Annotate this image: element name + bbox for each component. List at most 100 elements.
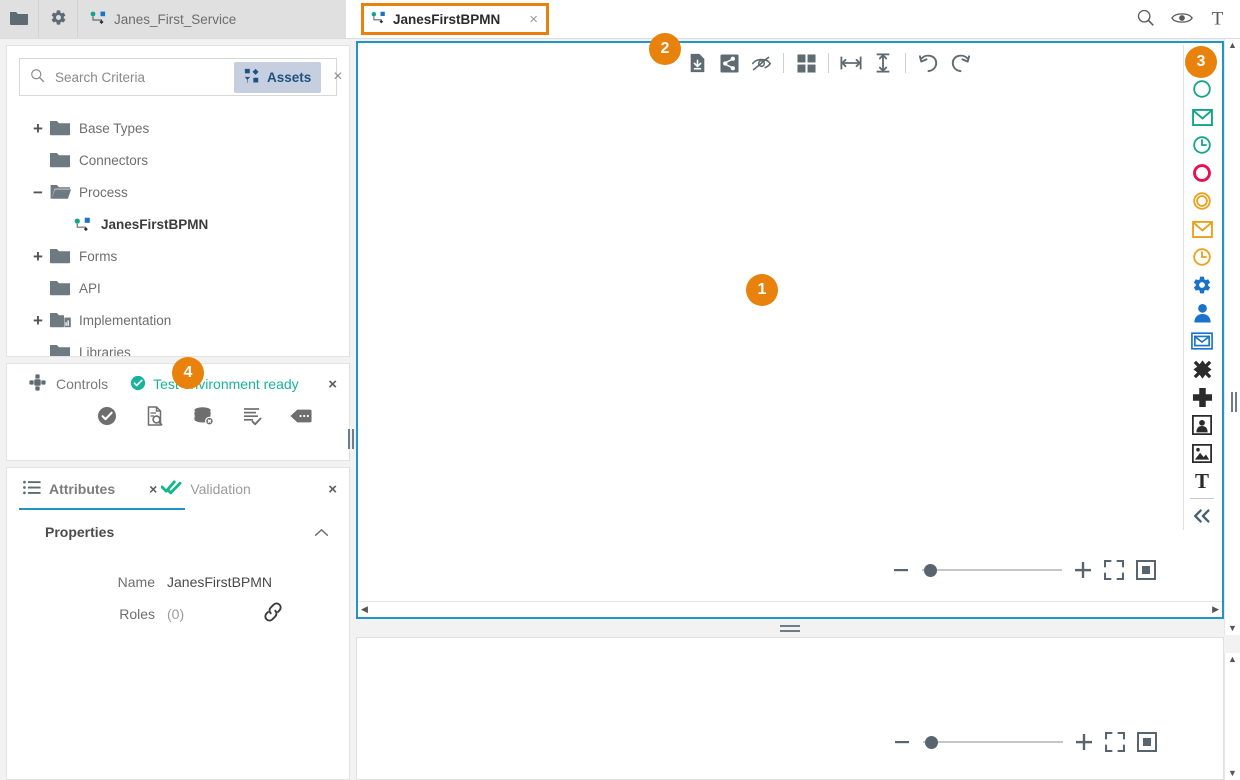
tree-item-connectors[interactable]: Connectors (7, 144, 349, 176)
expand-icon[interactable]: + (29, 312, 47, 329)
zoom-slider-knob[interactable] (924, 564, 937, 577)
tab-attributes[interactable]: Attributes × (23, 468, 157, 510)
property-row-roles: Roles (0) (7, 596, 349, 631)
zoom-out-button[interactable] (888, 557, 914, 583)
fit-screen-icon[interactable] (1101, 729, 1129, 755)
eye-icon[interactable] (1171, 10, 1193, 29)
property-value[interactable]: JanesFirstBPMN (167, 574, 272, 590)
message-icon[interactable] (290, 408, 312, 427)
database-clear-icon[interactable] (193, 406, 214, 429)
align-vertical-icon[interactable] (869, 49, 897, 77)
close-attributes-icon[interactable]: × (149, 481, 157, 497)
image-icon[interactable] (1187, 439, 1217, 467)
editor-tab-container: JanesFirstBPMN × (361, 3, 549, 35)
redo-icon[interactable] (946, 49, 974, 77)
palette-separator (1190, 498, 1214, 499)
log-check-icon[interactable] (242, 406, 262, 429)
intermediate-event-icon[interactable] (1187, 187, 1217, 215)
tree-item-janesfirstbpmn[interactable]: JanesFirstBPMN (7, 208, 349, 240)
horizontal-splitter[interactable] (356, 619, 1224, 637)
pool-icon[interactable] (1187, 411, 1217, 439)
left-panel-resize-grip[interactable] (346, 425, 356, 453)
scroll-down-icon[interactable]: ▼ (1228, 767, 1237, 780)
controls-icon (29, 374, 46, 394)
scroll-up-icon[interactable]: ▲ (1228, 653, 1237, 666)
expand-icon[interactable]: + (29, 120, 47, 137)
zoom-slider[interactable] (922, 560, 1062, 580)
import-icon[interactable] (683, 49, 711, 77)
canvas-vertical-scrollbar[interactable]: ▲ ▼ (1224, 39, 1240, 635)
close-icon[interactable]: × (529, 12, 538, 27)
search-input[interactable] (53, 69, 234, 86)
assets-icon (244, 68, 260, 87)
actual-size-icon[interactable] (1132, 557, 1160, 583)
canvas-zoom-controls (888, 557, 1160, 583)
clear-search-icon[interactable]: × (333, 69, 342, 85)
zoom-slider[interactable] (923, 732, 1063, 752)
timer-intermediate-event-icon[interactable] (1187, 243, 1217, 271)
tree-item-libraries[interactable]: Libraries (7, 336, 349, 356)
start-event-icon[interactable] (1187, 75, 1217, 103)
scroll-right-icon[interactable]: ▶ (1212, 605, 1219, 614)
service-tab[interactable]: Janes_First_Service (78, 0, 346, 38)
actual-size-icon[interactable] (1133, 729, 1161, 755)
right-panel-resize-grip[interactable] (1229, 388, 1239, 416)
folder-button[interactable] (0, 0, 39, 38)
text-icon[interactable]: T (1209, 8, 1226, 31)
toolbar-separator (905, 53, 906, 73)
scroll-up-icon[interactable]: ▲ (1228, 39, 1237, 52)
collapse-icon[interactable]: − (29, 184, 47, 201)
service-task-icon[interactable] (1187, 271, 1217, 299)
active-tab-underline (19, 508, 185, 510)
zoom-in-button[interactable] (1070, 557, 1096, 583)
tree-item-forms[interactable]: +Forms (7, 240, 349, 272)
settings-button[interactable] (39, 0, 78, 38)
fit-screen-icon[interactable] (1100, 557, 1128, 583)
share-icon[interactable] (715, 49, 743, 77)
tree-item-process[interactable]: −Process (7, 176, 349, 208)
timer-start-event-icon[interactable] (1187, 131, 1217, 159)
zoom-in-button[interactable] (1071, 729, 1097, 755)
send-task-icon[interactable] (1187, 327, 1217, 355)
collapse-palette-icon[interactable] (1187, 502, 1217, 530)
grid-icon[interactable] (792, 49, 820, 77)
undo-icon[interactable] (914, 49, 942, 77)
close-controls-icon[interactable]: × (328, 376, 337, 393)
canvas-horizontal-scrollbar[interactable]: ◀ ▶ (358, 601, 1222, 617)
scrollbar-spacer (1224, 635, 1240, 653)
tab-validation-label: Validation (190, 481, 250, 497)
scroll-left-icon[interactable]: ◀ (361, 605, 368, 614)
property-label: Roles (7, 606, 167, 622)
properties-title: Properties (45, 524, 114, 540)
user-task-icon[interactable] (1187, 299, 1217, 327)
bottom-panel[interactable] (356, 637, 1224, 780)
scroll-down-icon[interactable]: ▼ (1228, 622, 1237, 635)
parallel-gateway-icon[interactable] (1187, 383, 1217, 411)
test-run-icon[interactable] (97, 406, 117, 429)
hide-icon[interactable] (747, 49, 775, 77)
link-icon[interactable] (262, 602, 284, 625)
zoom-out-button[interactable] (889, 729, 915, 755)
tree-item-base-types[interactable]: +Base Types (7, 112, 349, 144)
bottom-panel-vertical-scrollbar[interactable]: ▲ ▼ (1224, 653, 1240, 780)
text-annotation-icon[interactable]: T (1187, 467, 1217, 495)
tree-item-api[interactable]: API (7, 272, 349, 304)
editor-tab-janesfirstbpmn[interactable]: JanesFirstBPMN × (361, 3, 549, 35)
close-validation-icon[interactable]: × (328, 481, 337, 498)
zoom-slider-knob[interactable] (925, 736, 938, 749)
message-intermediate-event-icon[interactable] (1187, 215, 1217, 243)
message-start-event-icon[interactable] (1187, 103, 1217, 131)
align-horizontal-icon[interactable] (837, 49, 865, 77)
tree-item-implementation[interactable]: +Implementation (7, 304, 349, 336)
svg-text:T: T (1212, 8, 1224, 27)
exclusive-gateway-icon[interactable] (1187, 355, 1217, 383)
assets-filter-chip[interactable]: Assets (234, 62, 321, 93)
bottom-panel-zoom-controls (889, 729, 1161, 755)
tab-validation[interactable]: Validation (161, 468, 250, 510)
document-search-icon[interactable] (145, 406, 165, 429)
end-event-icon[interactable] (1187, 159, 1217, 187)
expand-icon[interactable]: + (29, 248, 47, 265)
search-icon[interactable] (1136, 8, 1155, 30)
bpmn-canvas[interactable]: T (358, 43, 1222, 601)
chevron-up-icon[interactable] (314, 524, 329, 540)
